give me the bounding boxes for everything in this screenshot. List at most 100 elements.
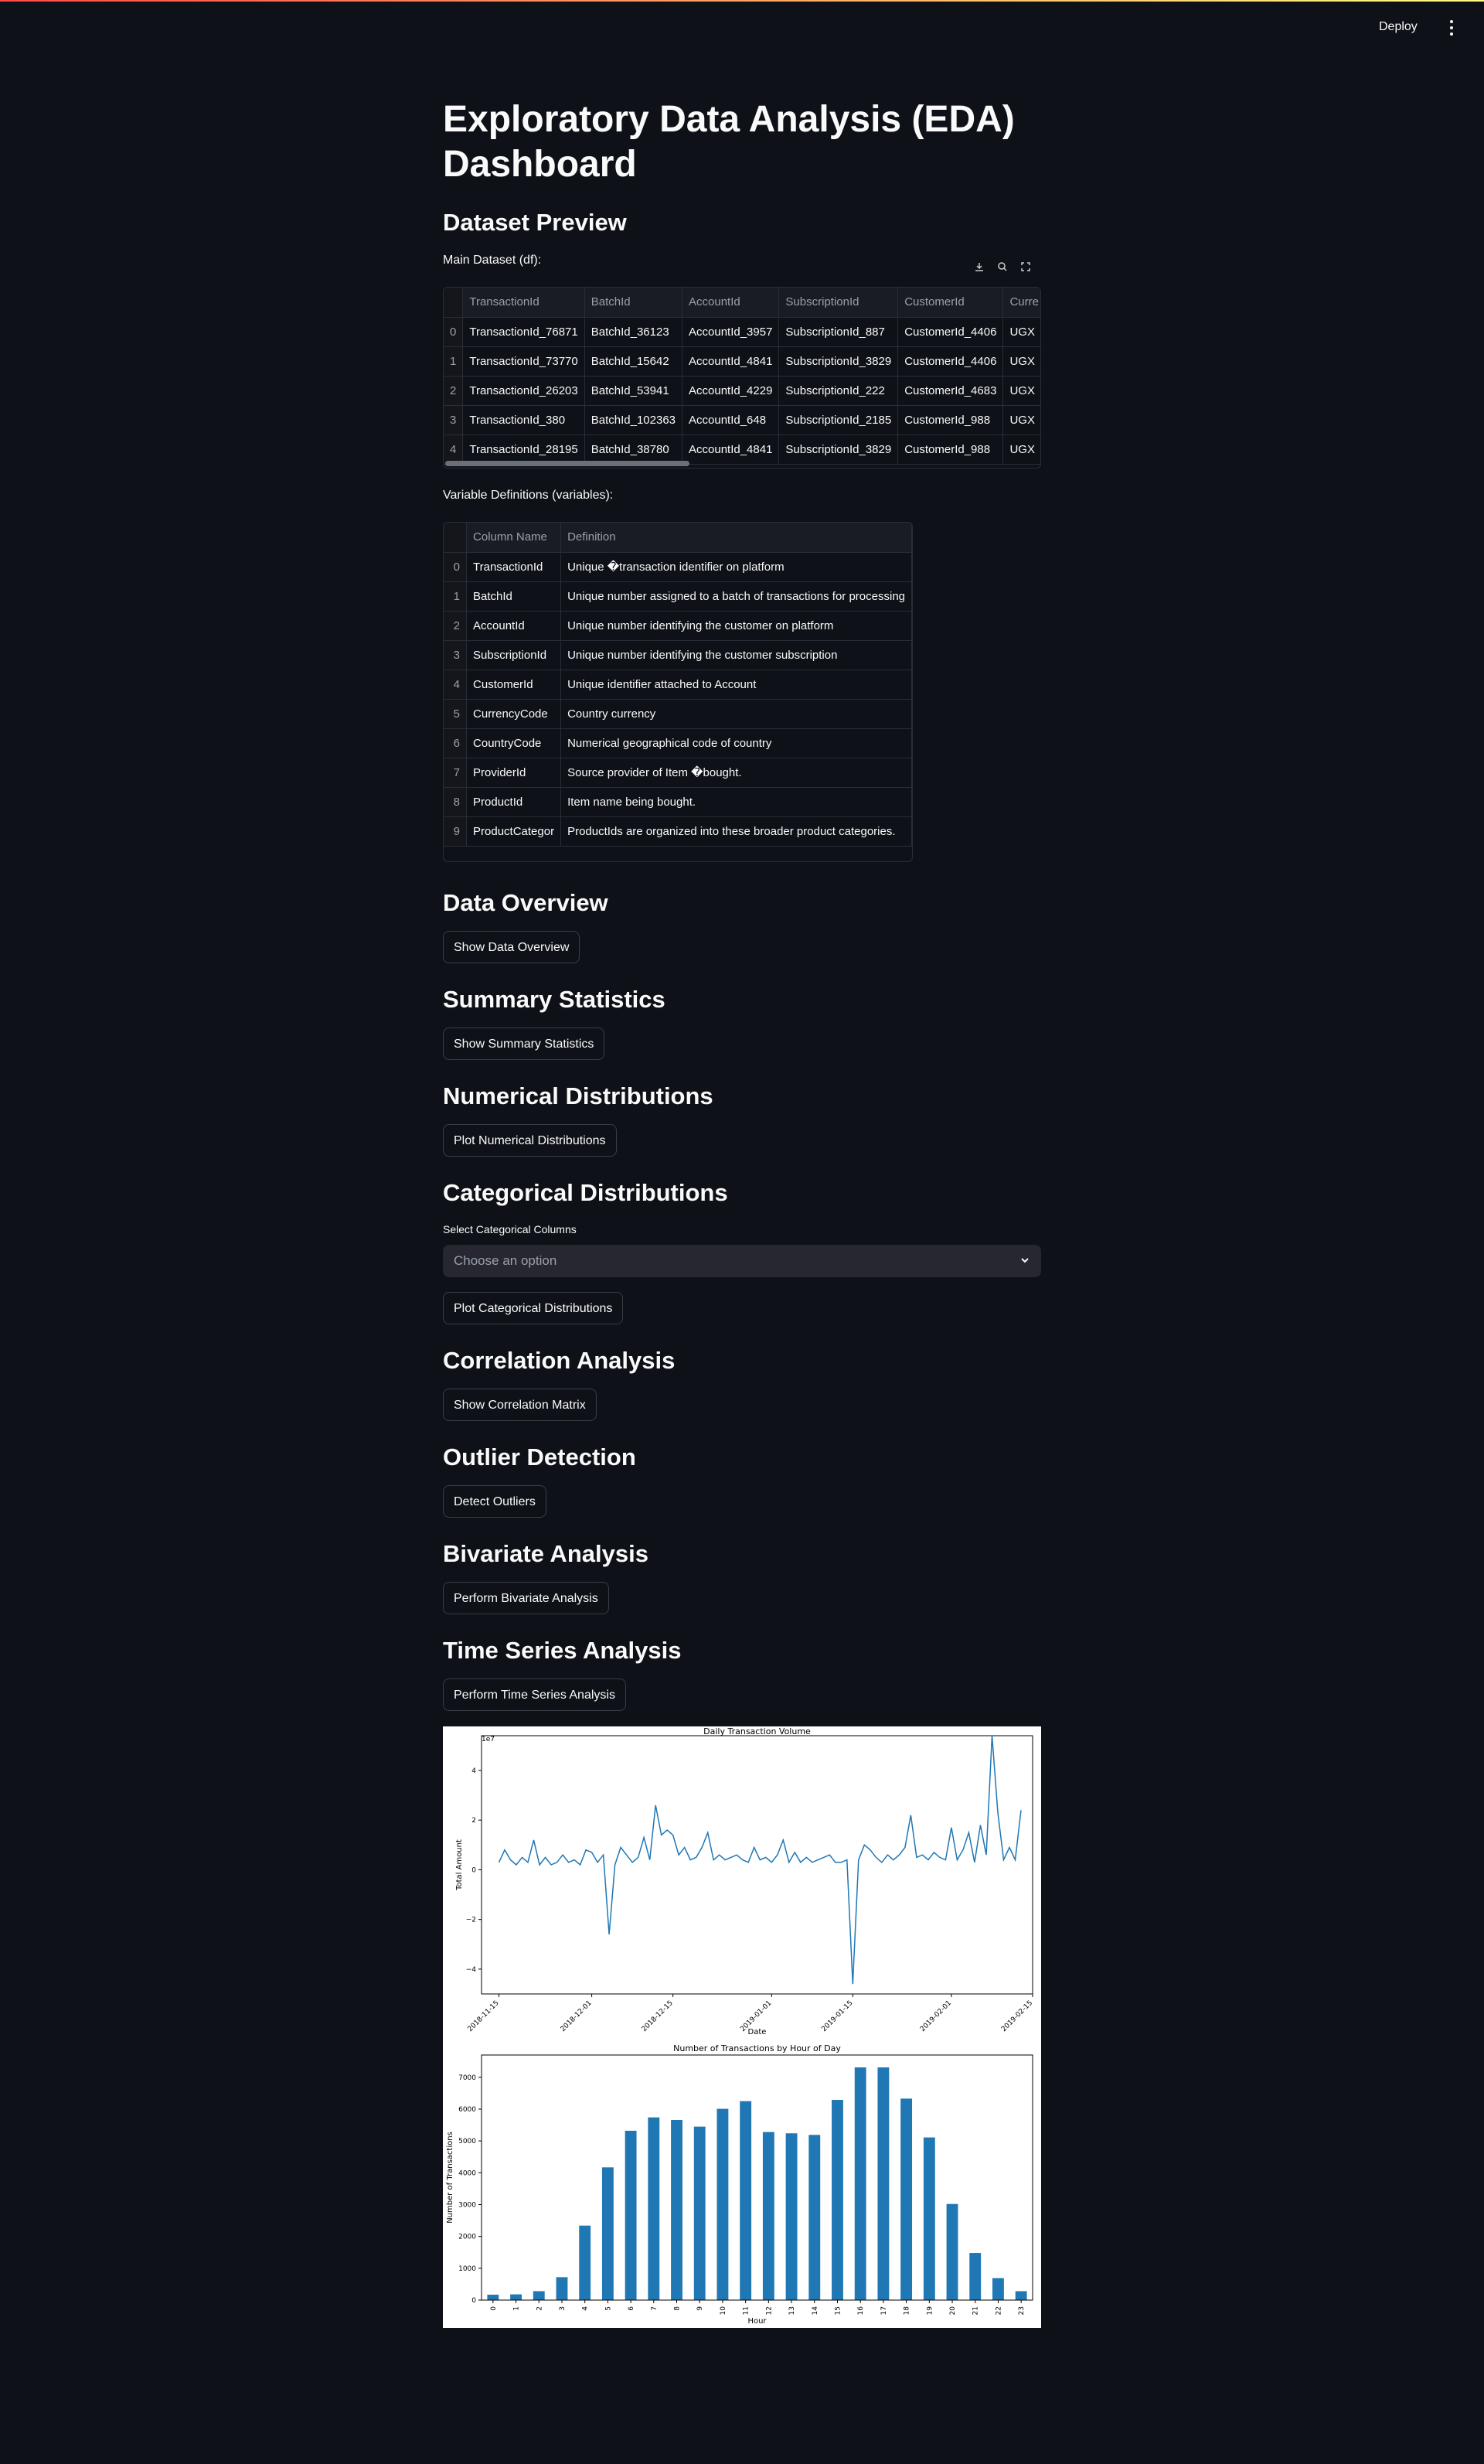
variable-row[interactable]: 7 ProviderId Source provider of Item �boug… [444,758,912,788]
table-cell[interactable]: Unique identifier attached to Account [560,670,912,700]
table-cell[interactable]: ProductIds are organized into these broa… [560,816,912,847]
table-cell[interactable]: Unique �transaction identifier on platfo… [560,552,912,582]
dataset-row[interactable]: 2 TransactionId_26203 BatchId_53941 Account… [444,376,1040,406]
dataset-row[interactable]: 3 TransactionId_380 BatchId_102363 AccountI… [444,405,1040,435]
table-cell[interactable]: BatchId_36123 [584,317,683,347]
column-header[interactable]: BatchId [584,288,683,318]
row-index[interactable]: 0 [444,317,464,347]
index-header[interactable] [444,523,468,553]
table-cell[interactable]: TransactionId_26203 [462,376,585,406]
table-cell[interactable]: SubscriptionId_3829 [778,346,899,377]
table-cell[interactable]: ProductCategor [466,816,562,847]
column-header[interactable]: Definition [560,523,912,553]
perform-bivariate-analysis-button[interactable]: Perform Bivariate Analysis [443,1582,609,1614]
table-cell[interactable]: UGX [1002,435,1040,465]
table-cell[interactable]: UGX [1002,317,1040,347]
table-cell[interactable]: TransactionId_76871 [462,317,585,347]
detect-outliers-button[interactable]: Detect Outliers [443,1485,546,1518]
row-index[interactable]: 7 [444,758,468,788]
table-cell[interactable]: BatchId_102363 [584,405,683,435]
variable-row[interactable]: 4 CustomerId Unique identifier attached to… [444,670,912,700]
table-cell[interactable]: SubscriptionId_887 [778,317,899,347]
table-cell[interactable]: SubscriptionId [466,640,562,670]
column-header[interactable]: SubscriptionId [778,288,899,318]
variables-table[interactable]: Column Name Definition 0 TransactionId Uniq… [443,522,913,862]
index-header[interactable] [444,288,464,318]
table-cell[interactable]: TransactionId [466,552,562,582]
row-index[interactable]: 9 [444,816,468,847]
table-cell[interactable]: AccountId [466,611,562,641]
table-cell[interactable]: AccountId_4229 [682,376,780,406]
show-correlation-matrix-button[interactable]: Show Correlation Matrix [443,1389,597,1421]
column-header[interactable]: Curre [1002,288,1040,318]
row-index[interactable]: 4 [444,435,464,465]
categorical-columns-select[interactable]: Choose an option [443,1245,1041,1277]
perform-time-series-analysis-button[interactable]: Perform Time Series Analysis [443,1678,626,1711]
table-cell[interactable]: ProviderId [466,758,562,788]
variable-row[interactable]: 1 BatchId Unique number assigned to a batc… [444,581,912,612]
variable-row[interactable]: 8 ProductId Item name being bought. [444,787,912,817]
table-cell[interactable]: TransactionId_73770 [462,346,585,377]
variable-row[interactable]: 5 CurrencyCode Country currency [444,699,912,729]
table-cell[interactable]: AccountId_4841 [682,346,780,377]
dataset-row[interactable]: 0 TransactionId_76871 BatchId_36123 Account… [444,317,1040,347]
plot-categorical-distributions-button[interactable]: Plot Categorical Distributions [443,1292,624,1324]
download-icon[interactable] [970,260,989,278]
deploy-button[interactable]: Deploy [1379,20,1418,34]
table-cell[interactable]: Unique number assigned to a batch of tra… [560,581,912,612]
table-cell[interactable]: AccountId_648 [682,405,780,435]
table-cell[interactable]: SubscriptionId_222 [778,376,899,406]
row-index[interactable]: 1 [444,346,464,377]
variable-row[interactable]: 3 SubscriptionId Unique number identifying… [444,640,912,670]
main-dataset-table[interactable]: TransactionId BatchId AccountId Subscriptio… [443,287,1041,469]
table-cell[interactable]: Item name being bought. [560,787,912,817]
table-cell[interactable]: CountryCode [466,728,562,758]
table-cell[interactable]: ProductId [466,787,562,817]
row-index[interactable]: 0 [444,552,468,582]
table-cell[interactable]: AccountId_4841 [682,435,780,465]
fullscreen-icon[interactable] [1016,260,1035,278]
table-cell[interactable]: Unique number identifying the customer o… [560,611,912,641]
table-cell[interactable]: TransactionId_380 [462,405,585,435]
table-cell[interactable]: SubscriptionId_2185 [778,405,899,435]
table-cell[interactable]: BatchId_38780 [584,435,683,465]
row-index[interactable]: 3 [444,405,464,435]
row-index[interactable]: 4 [444,670,468,700]
table-cell[interactable]: UGX [1002,405,1040,435]
table-cell[interactable]: Numerical geographical code of country [560,728,912,758]
column-header[interactable]: CustomerId [897,288,1004,318]
search-icon[interactable] [993,260,1012,278]
variable-row[interactable]: 0 TransactionId Unique �transaction identi… [444,552,912,582]
row-index[interactable]: 3 [444,640,468,670]
horizontal-scrollbar[interactable] [445,461,689,466]
dataset-row[interactable]: 4 TransactionId_28195 BatchId_38780 Account… [444,435,1040,465]
table-cell[interactable]: BatchId [466,581,562,612]
dataset-row[interactable]: 1 TransactionId_73770 BatchId_15642 Account… [444,346,1040,377]
column-header[interactable]: TransactionId [462,288,585,318]
variable-row[interactable]: 2 AccountId Unique number identifying the … [444,611,912,641]
table-cell[interactable]: CustomerId_988 [897,405,1004,435]
row-index[interactable]: 2 [444,376,464,406]
show-summary-statistics-button[interactable]: Show Summary Statistics [443,1028,605,1060]
row-index[interactable]: 2 [444,611,468,641]
table-cell[interactable]: CustomerId [466,670,562,700]
table-cell[interactable]: CustomerId_988 [897,435,1004,465]
table-cell[interactable]: BatchId_53941 [584,376,683,406]
table-cell[interactable]: CustomerId_4406 [897,346,1004,377]
table-cell[interactable]: CustomerId_4406 [897,317,1004,347]
table-cell[interactable]: Country currency [560,699,912,729]
table-cell[interactable]: TransactionId_28195 [462,435,585,465]
table-cell[interactable]: CustomerId_4683 [897,376,1004,406]
row-index[interactable]: 8 [444,787,468,817]
variable-row[interactable]: 9 ProductCategor ProductIds are organized … [444,816,912,847]
table-cell[interactable]: AccountId_3957 [682,317,780,347]
table-cell[interactable]: Unique number identifying the customer s… [560,640,912,670]
table-cell[interactable]: SubscriptionId_3829 [778,435,899,465]
table-cell[interactable]: CurrencyCode [466,699,562,729]
table-cell[interactable]: BatchId_15642 [584,346,683,377]
row-index[interactable]: 1 [444,581,468,612]
plot-numerical-distributions-button[interactable]: Plot Numerical Distributions [443,1124,617,1157]
more-vertical-icon[interactable] [1447,19,1456,37]
show-data-overview-button[interactable]: Show Data Overview [443,931,580,963]
table-cell[interactable]: Source provider of Item �bought. [560,758,912,788]
